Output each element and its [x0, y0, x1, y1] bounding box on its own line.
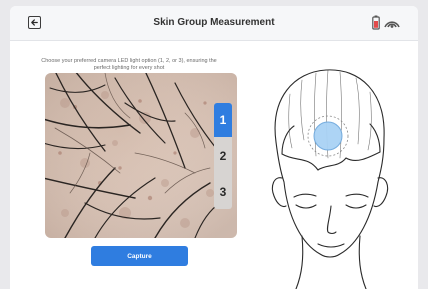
head-diagram-illustration: [271, 69, 389, 289]
header-bar: Skin Group Measurement: [10, 6, 418, 41]
battery-icon: [372, 15, 380, 30]
capture-button[interactable]: Capture: [91, 246, 188, 266]
app-screen: Skin Group Measurement Choose your prefe…: [10, 6, 418, 289]
led-option-1[interactable]: 1: [214, 103, 232, 137]
instruction-text: Choose your preferred camera LED light o…: [41, 58, 217, 71]
status-icons: [370, 15, 404, 31]
page-title: Skin Group Measurement: [153, 17, 275, 28]
led-option-selector: 1 2 3: [214, 103, 232, 209]
led-option-2[interactable]: 2: [214, 139, 232, 173]
camera-preview: 1 2 3: [45, 73, 237, 238]
wifi-signal-icon: [384, 21, 400, 28]
led-option-3[interactable]: 3: [214, 175, 232, 209]
skin-hair-closeup-image: [45, 73, 237, 238]
